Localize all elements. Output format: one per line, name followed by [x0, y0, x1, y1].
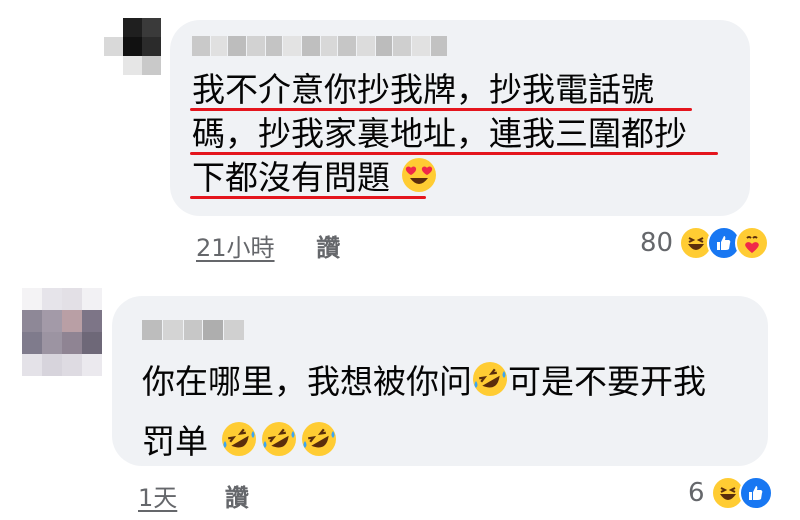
comment-line: 罚单 — [142, 412, 706, 472]
rolling-laughing-emoji — [221, 421, 257, 457]
comment-bubble: 我不介意你抄我牌，抄我電話號 碼，抄我家裏地址，連我三圍都抄 下都沒有問題 — [170, 20, 750, 216]
comment-line: 碼，抄我家裏地址，連我三圍都抄 — [190, 112, 718, 156]
comment-line-text: 碼，抄我家裏地址，連我三圍都抄 — [192, 114, 687, 153]
rolling-laughing-emoji — [261, 421, 297, 457]
comment-bubble: 你在哪里，我想被你问 可是不要开我 罚单 — [112, 296, 768, 466]
comment-meta: 1天 讚 — [138, 478, 249, 513]
care-reaction-icon — [735, 226, 770, 260]
like-button[interactable]: 讚 — [225, 484, 249, 512]
red-underline — [190, 152, 718, 155]
comment-line: 你在哪里，我想被你问 可是不要开我 — [142, 352, 706, 412]
author-name-blurred[interactable] — [142, 320, 244, 340]
comment-line-text: 你在哪里，我想被你问 — [142, 362, 472, 401]
comment-text: 你在哪里，我想被你问 可是不要开我 罚单 — [142, 352, 706, 472]
author-name-blurred[interactable] — [192, 36, 447, 56]
timestamp-link[interactable]: 1天 — [138, 484, 177, 512]
red-underline — [190, 108, 692, 111]
avatar[interactable] — [22, 288, 102, 378]
comment-line-text: 下都沒有問題 — [192, 158, 390, 197]
rolling-laughing-emoji — [301, 421, 337, 457]
red-underline — [190, 196, 426, 199]
like-button[interactable]: 讚 — [316, 234, 340, 262]
like-reaction-icon — [738, 476, 773, 510]
reaction-count: 6 — [688, 478, 705, 508]
avatar[interactable] — [104, 18, 162, 76]
comment-line: 下都沒有問題 — [190, 156, 687, 200]
comment-text: 我不介意你抄我牌，抄我電話號 碼，抄我家裏地址，連我三圍都抄 下都沒有問題 — [190, 68, 718, 200]
reaction-summary[interactable]: 80 — [640, 226, 770, 260]
reaction-count: 80 — [640, 228, 674, 258]
comment-line: 我不介意你抄我牌，抄我電話號 — [190, 68, 692, 112]
comment-line-text: 罚单 — [142, 422, 208, 461]
comment-line-text: 可是不要开我 — [508, 362, 706, 401]
comment-line-text: 我不介意你抄我牌，抄我電話號 — [192, 70, 654, 109]
reaction-summary[interactable]: 6 — [688, 476, 773, 510]
rolling-laughing-emoji — [472, 361, 508, 397]
comment-meta: 21小時 讚 — [196, 228, 340, 263]
timestamp-link[interactable]: 21小時 — [196, 234, 275, 262]
heart-eyes-emoji — [401, 157, 437, 193]
